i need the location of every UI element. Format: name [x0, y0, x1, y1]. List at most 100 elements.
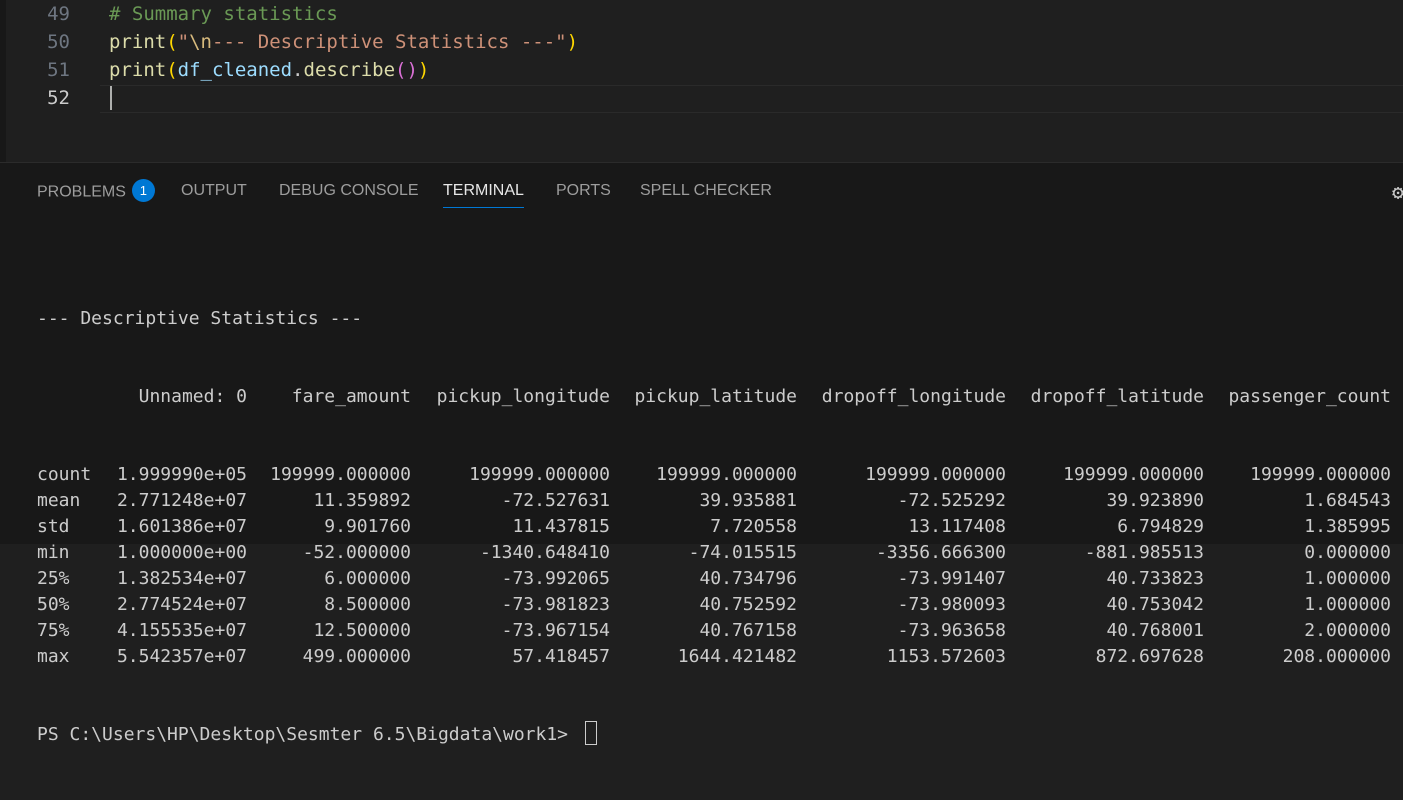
code-text: print(df_cleaned.describe())	[109, 56, 429, 84]
code-text: # Summary statistics	[109, 0, 338, 28]
table-cell: 11.359892	[313, 490, 411, 511]
describe-table-rows: count 1.999990e+05 199999.000000 199999.000…	[37, 462, 1391, 670]
table-cell: -73.992065	[501, 568, 610, 589]
table-cell: 5.542357e+07	[116, 646, 247, 667]
code-line-51[interactable]: 51 print(df_cleaned.describe())	[0, 56, 1403, 84]
code-token: \n	[189, 31, 212, 53]
code-line-50[interactable]: 50 print("\n--- Descriptive Statistics --…	[0, 28, 1403, 56]
table-row: 75% 4.155535e+07 12.500000 -73.967154 40.767…	[37, 618, 1391, 644]
table-cell: 1644.421482	[677, 646, 797, 667]
tab-ports[interactable]: PORTS	[556, 181, 611, 207]
table-row: std 1.601386e+07 9.901760 11.437815 7.720558…	[37, 514, 1391, 540]
tab-terminal[interactable]: TERMINAL	[443, 181, 524, 208]
column-header: passenger_count	[1228, 386, 1391, 407]
table-cell: 11.437815	[512, 516, 610, 537]
tab-label: TERMINAL	[443, 182, 524, 199]
terminal-output[interactable]: --- Descriptive Statistics --- Unnamed: …	[37, 254, 1391, 800]
table-cell: 40.767158	[699, 620, 797, 641]
table-cell: 2.774524e+07	[116, 594, 247, 615]
line-number: 50	[47, 31, 70, 53]
table-cell: 2.000000	[1304, 620, 1391, 641]
table-cell: 1.601386e+07	[116, 516, 247, 537]
terminal-heading: --- Descriptive Statistics ---	[37, 308, 363, 329]
text-cursor	[110, 86, 112, 110]
code-editor[interactable]: 49 # Summary statistics 50 print("\n--- Des…	[0, 0, 1403, 162]
column-header: dropoff_latitude	[1030, 386, 1204, 407]
table-cell: -73.967154	[501, 620, 610, 641]
table-cell: 9.901760	[324, 516, 411, 537]
table-cell: 8.500000	[324, 594, 411, 615]
table-cell: 1.000000e+00	[116, 542, 247, 563]
code-line-52[interactable]: 52	[0, 84, 1403, 112]
tab-label: PORTS	[556, 182, 611, 199]
table-row: 25% 1.382534e+07 6.000000 -73.992065 40.7347…	[37, 566, 1391, 592]
table-cell: 1.684543	[1304, 490, 1391, 511]
gear-icon[interactable]: ⚙	[1392, 181, 1403, 203]
code-token: )	[566, 31, 579, 53]
table-cell: -74.015515	[688, 542, 797, 563]
panel-tabs: PROBLEMS 1 OUTPUT DEBUG CONSOLE TERMINAL PORT…	[0, 163, 1403, 219]
table-cell: 12.500000	[313, 620, 411, 641]
table-cell: 199999.000000	[270, 464, 411, 485]
table-row: 50% 2.774524e+07 8.500000 -73.981823 40.7525…	[37, 592, 1391, 618]
table-row: max 5.542357e+07 499.000000 57.418457 1644.4…	[37, 644, 1391, 670]
line-number: 52	[47, 87, 70, 109]
table-cell: 6.794829	[1117, 516, 1204, 537]
table-cell: 1.382534e+07	[116, 568, 247, 589]
table-cell: -73.980093	[897, 594, 1006, 615]
code-token: print	[109, 31, 167, 53]
table-cell: 40.753042	[1106, 594, 1204, 615]
code-token: ()	[395, 59, 418, 81]
table-cell: 0.000000	[1304, 542, 1391, 563]
table-cell: 199999.000000	[656, 464, 797, 485]
code-token: )	[417, 59, 430, 81]
table-cell: -72.525292	[897, 490, 1006, 511]
column-header: pickup_latitude	[634, 386, 797, 407]
row-label: 75%	[37, 620, 70, 641]
terminal-cursor	[584, 721, 597, 745]
table-cell: 40.752592	[699, 594, 797, 615]
table-cell: 2.771248e+07	[116, 490, 247, 511]
table-cell: 199999.000000	[469, 464, 610, 485]
code-token: print	[109, 59, 167, 81]
table-cell: 1153.572603	[886, 646, 1006, 667]
terminal-prompt-line[interactable]: PS C:\Users\HP\Desktop\Sesmter 6.5\Bigda…	[37, 721, 1391, 748]
table-cell: 4.155535e+07	[116, 620, 247, 641]
tab-problems[interactable]: PROBLEMS 1	[37, 179, 155, 207]
column-header: dropoff_longitude	[821, 386, 1006, 407]
row-label: 50%	[37, 594, 70, 615]
table-cell: 40.733823	[1106, 568, 1204, 589]
table-cell: 39.923890	[1106, 490, 1204, 511]
table-row: count 1.999990e+05 199999.000000 199999.000…	[37, 462, 1391, 488]
row-label: max	[37, 646, 70, 667]
row-label: min	[37, 542, 70, 563]
tab-debug-console[interactable]: DEBUG CONSOLE	[279, 181, 419, 207]
table-cell: 199999.000000	[865, 464, 1006, 485]
row-label: count	[37, 464, 92, 485]
table-cell: -73.991407	[897, 568, 1006, 589]
table-cell: 40.768001	[1106, 620, 1204, 641]
tab-label: DEBUG CONSOLE	[279, 182, 419, 199]
table-cell: -73.981823	[501, 594, 610, 615]
code-line-49[interactable]: 49 # Summary statistics	[0, 0, 1403, 28]
code-text: print("\n--- Descriptive Statistics ---"…	[109, 28, 578, 56]
terminal-prompt: PS C:\Users\HP\Desktop\Sesmter 6.5\Bigda…	[37, 724, 579, 745]
row-label: mean	[37, 490, 81, 511]
problems-count-badge: 1	[131, 179, 155, 202]
table-cell: 208.000000	[1282, 646, 1391, 667]
table-cell: 499.000000	[302, 646, 411, 667]
column-header: pickup_longitude	[436, 386, 610, 407]
table-cell: 1.385995	[1304, 516, 1391, 537]
tab-output[interactable]: OUTPUT	[181, 181, 247, 207]
column-header: Unnamed: 0	[138, 386, 247, 407]
code-token: (	[166, 59, 178, 81]
table-cell: 1.999990e+05	[116, 464, 247, 485]
code-token: "	[177, 31, 190, 53]
tab-spell-checker[interactable]: SPELL CHECKER	[640, 181, 772, 207]
table-cell: -73.963658	[897, 620, 1006, 641]
code-token: (	[166, 31, 178, 53]
table-cell: -72.527631	[501, 490, 610, 511]
column-header: fare_amount	[291, 386, 411, 407]
line-number: 51	[47, 59, 70, 81]
table-cell: 1.000000	[1304, 594, 1391, 615]
